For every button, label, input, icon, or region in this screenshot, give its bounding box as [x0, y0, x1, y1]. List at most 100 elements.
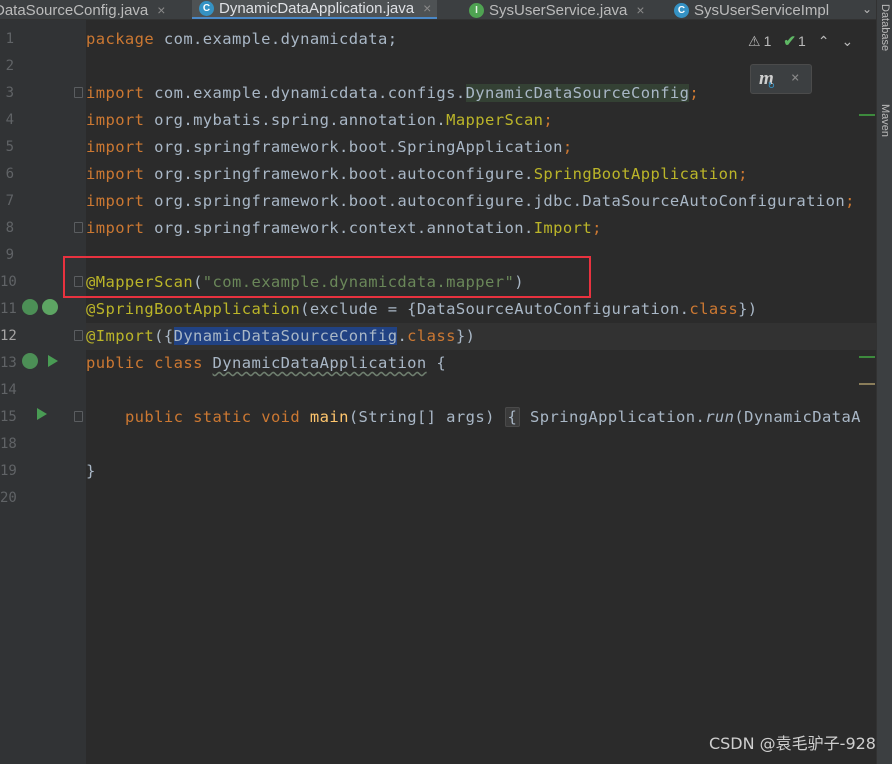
spring-bean-icon[interactable]	[22, 299, 38, 315]
run-class-icon[interactable]	[48, 355, 58, 367]
code-line-11: @SpringBootApplication(exclude = {DataSo…	[86, 296, 876, 323]
semicolon: ;	[543, 111, 554, 129]
tab-sysuserservice[interactable]: I SysUserService.java ×	[466, 0, 645, 19]
static-method-call: run	[705, 408, 735, 426]
keyword: import	[86, 84, 145, 102]
tab-label: DataSourceConfig.java	[0, 1, 149, 19]
database-tool-button[interactable]: Database	[879, 4, 891, 51]
keyword: void	[261, 408, 301, 426]
line-number: 1	[5, 31, 14, 47]
code-line-7: import org.springframework.boot.autoconf…	[86, 188, 876, 215]
code-line-5: import org.springframework.boot.SpringAp…	[86, 134, 876, 161]
line-number: 2	[5, 58, 14, 74]
class-name: DynamicDataApplication	[212, 354, 427, 372]
keyword: import	[86, 192, 145, 210]
keyword: import	[86, 138, 145, 156]
spring-config-icon[interactable]	[42, 299, 58, 315]
line-number: 15	[0, 409, 17, 425]
annotation: @Import	[86, 327, 155, 345]
code-text: {	[426, 354, 447, 372]
tab-close-icon[interactable]: ×	[423, 0, 431, 17]
maven-tool-button[interactable]: Maven	[879, 104, 891, 137]
warning-count: 1	[763, 33, 772, 49]
fold-marker-icon[interactable]	[74, 411, 83, 422]
semicolon: ;	[592, 219, 602, 237]
semicolon: ;	[738, 165, 748, 183]
watermark: CSDN @袁毛驴子-928	[708, 734, 876, 753]
keyword: public	[86, 354, 145, 372]
keyword: class	[407, 327, 456, 345]
inspection-widget[interactable]: ⚠ 1 ✔ 1 ⌃ ⌄	[748, 30, 853, 52]
code-editor[interactable]: package com.example.dynamicdata; import …	[86, 20, 876, 764]
code-line-6: import org.springframework.boot.autoconf…	[86, 161, 876, 188]
tab-dynamicdataapplication[interactable]: C DynamicDataApplication.java ×	[192, 0, 438, 19]
keyword: class	[689, 300, 739, 318]
editor-gutter: 1 2 3 4 5 6 7 8 9 10 11 12 13 14 15 18 1…	[0, 20, 86, 764]
chevron-up-icon[interactable]: ⌃	[818, 33, 830, 50]
line-number: 3	[5, 85, 14, 101]
fold-marker-icon[interactable]	[74, 330, 83, 341]
code-text: }	[86, 462, 96, 480]
fold-marker-icon[interactable]	[74, 222, 83, 233]
weak-warning-count: 1	[797, 33, 806, 49]
method-name: main	[309, 408, 349, 426]
line-number: 9	[5, 247, 14, 263]
semicolon: ;	[845, 192, 855, 210]
editor-tab-bar: DataSourceConfig.java × C DynamicDataApp…	[0, 0, 876, 20]
chevron-down-icon[interactable]: ⌄	[841, 33, 853, 50]
code-text: .	[397, 327, 408, 345]
line-number: 7	[5, 193, 14, 209]
close-icon[interactable]: ×	[791, 70, 799, 86]
scrollbar-mark[interactable]	[859, 114, 875, 116]
tab-label: SysUserService.java	[489, 1, 628, 19]
code-text: (	[193, 273, 203, 291]
annotation: @SpringBootApplication	[86, 300, 301, 318]
keyword: package	[86, 30, 155, 48]
selected-text: DynamicDataSourceConfig	[173, 327, 398, 345]
code-text: SpringApplication.	[520, 408, 706, 426]
class-icon: C	[674, 2, 689, 18]
tab-label: SysUserServiceImpl	[694, 1, 830, 19]
maven-reload-popup[interactable]: m ↻ ×	[750, 64, 812, 94]
scrollbar-mark[interactable]	[859, 356, 875, 358]
annotation: @MapperScan	[86, 273, 194, 291]
keyword: import	[86, 111, 145, 129]
code-text: (String[] args)	[348, 408, 505, 426]
fold-marker-icon[interactable]	[74, 87, 83, 98]
run-main-icon[interactable]	[37, 408, 47, 420]
scrollbar-mark[interactable]	[859, 383, 875, 385]
code-text: org.springframework.boot.autoconfigure.	[144, 165, 534, 183]
semicolon: ;	[562, 138, 573, 156]
line-number: 13	[0, 355, 17, 371]
class-reference: SpringBootApplication	[533, 165, 739, 183]
code-text: org.springframework.context.annotation.	[144, 219, 534, 237]
line-number: 4	[5, 112, 14, 128]
code-line-13: public class DynamicDataApplication {	[86, 350, 876, 377]
code-line-12: @Import({DynamicDataSourceConfig.class})	[86, 323, 876, 350]
code-text: (exclude = {DataSourceAutoConfiguration.	[300, 300, 690, 318]
keyword: static	[193, 408, 252, 426]
spring-bean-icon[interactable]	[22, 353, 38, 369]
code-text: (DynamicDataA	[734, 408, 861, 426]
code-text: org.springframework.boot.autoconfigure.j…	[144, 192, 846, 210]
fold-marker-icon[interactable]	[74, 276, 83, 287]
tab-sysuserserviceimpl[interactable]: C SysUserServiceImpl	[672, 0, 830, 19]
code-text: org.springframework.boot.SpringApplicati…	[144, 138, 563, 156]
tab-datasourceconfig[interactable]: DataSourceConfig.java ×	[0, 0, 165, 19]
tab-close-icon[interactable]: ×	[636, 2, 644, 19]
code-text: com.example.dynamicdata;	[154, 30, 398, 48]
interface-icon: I	[469, 2, 484, 18]
folded-region[interactable]: {	[504, 407, 521, 427]
line-number: 10	[0, 274, 17, 290]
line-number: 12	[0, 328, 17, 344]
line-number: 11	[0, 301, 17, 317]
line-number: 18	[0, 436, 17, 452]
code-line-15: public static void main(String[] args) {…	[86, 404, 876, 431]
check-icon: ✔	[783, 33, 796, 50]
semicolon: ;	[689, 84, 700, 102]
tab-close-icon[interactable]: ×	[157, 2, 165, 19]
line-number: 14	[0, 382, 17, 398]
keyword: public	[124, 408, 184, 426]
tab-overflow-chevron-icon[interactable]: ⌄	[862, 0, 872, 19]
